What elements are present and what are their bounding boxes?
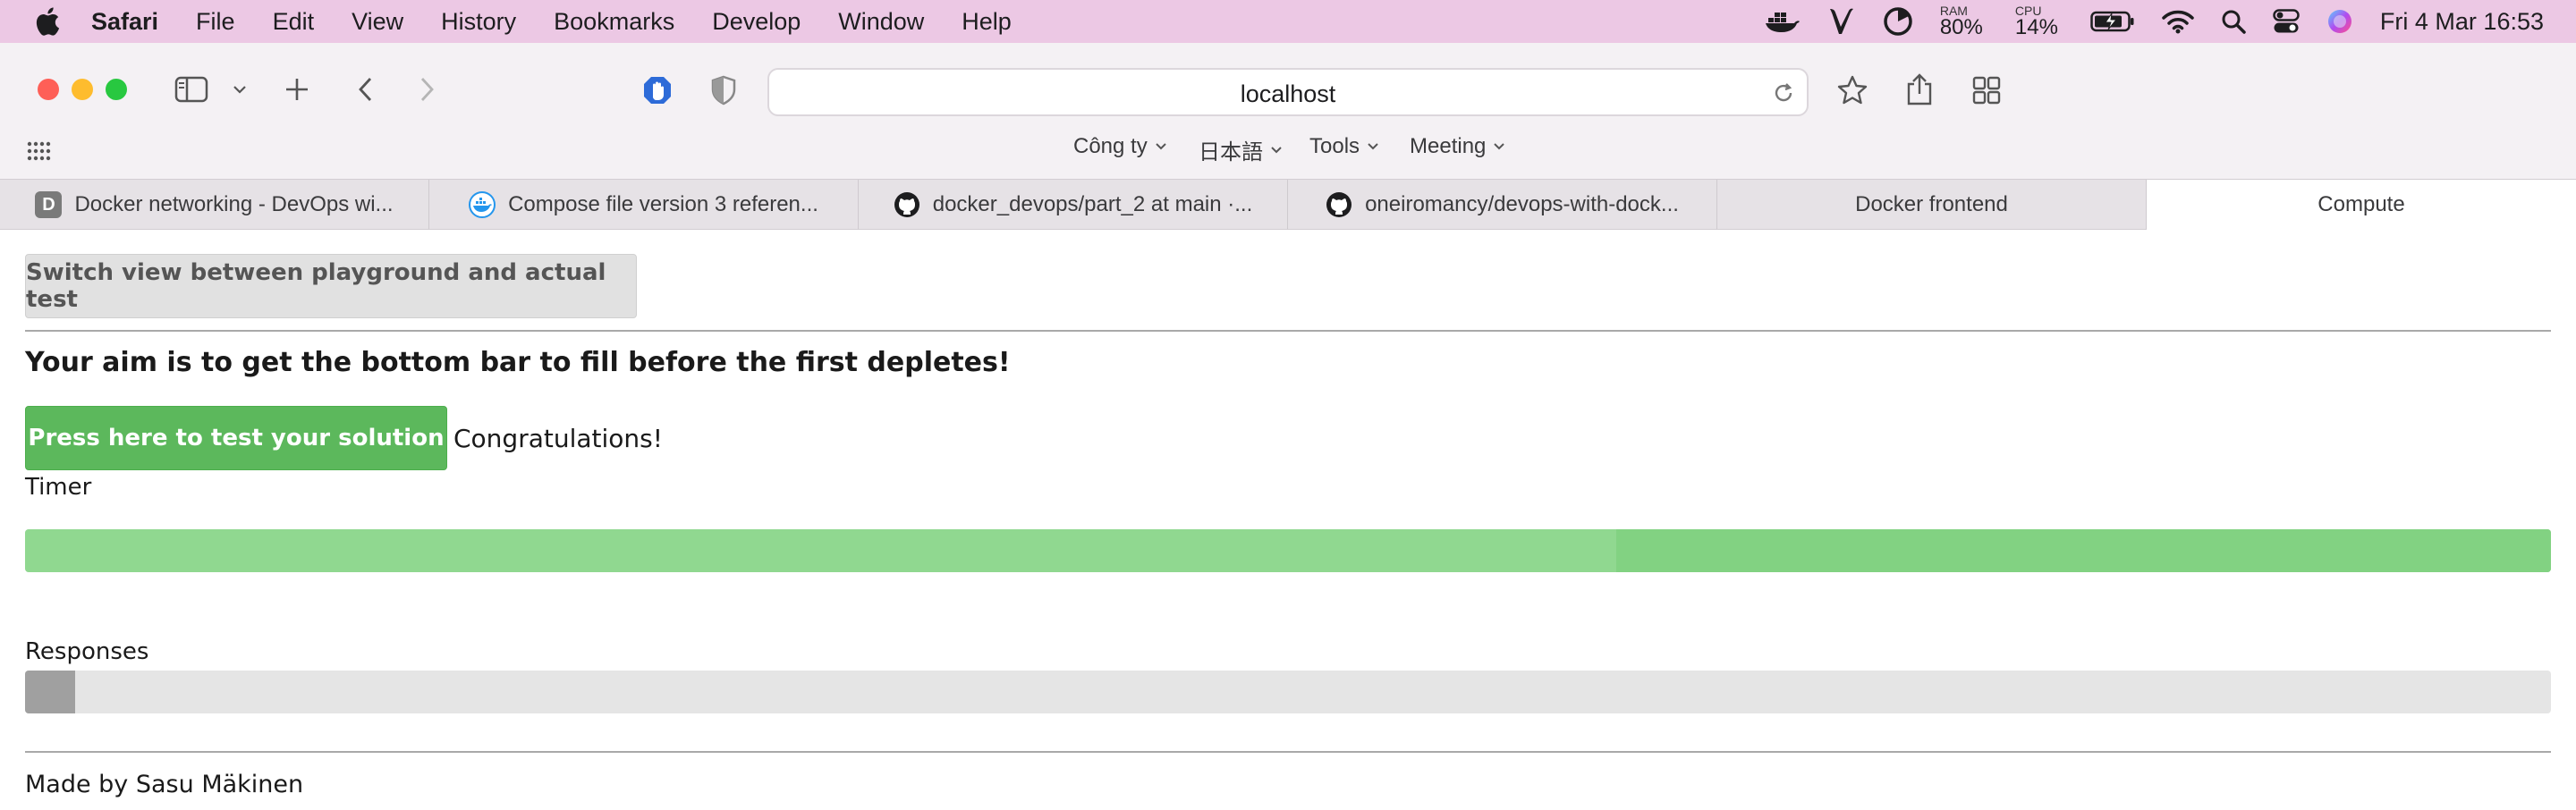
favorite-folder-tools[interactable]: Tools	[1309, 134, 1379, 159]
tab-title: Compose file version 3 referen...	[508, 192, 818, 216]
tab-docker-devops-part2[interactable]: docker_devops/part_2 at main ·...	[859, 180, 1288, 230]
zoom-window-button[interactable]	[106, 79, 127, 100]
ram-meter[interactable]: RAM 80%	[1940, 4, 1983, 38]
tab-docker-networking[interactable]: D Docker networking - DevOps wi...	[0, 180, 429, 230]
favorite-label: Công ty	[1073, 134, 1148, 158]
favorite-folder-japanese[interactable]: 日本語	[1199, 134, 1283, 165]
menu-bar: Safari File Edit View History Bookmarks …	[0, 0, 2576, 43]
clock[interactable]: Fri 4 Mar 16:53	[2380, 8, 2544, 36]
vivaldi-v-icon[interactable]	[1827, 0, 1856, 43]
close-window-button[interactable]	[38, 79, 59, 100]
tab-compute-active[interactable]: Compute	[2147, 180, 2576, 230]
timer-label: Timer	[25, 474, 92, 501]
result-message: Congratulations!	[453, 424, 663, 453]
privacy-shield-icon[interactable]	[708, 75, 739, 105]
menu-window[interactable]: Window	[838, 8, 924, 36]
tab-docker-frontend[interactable]: Docker frontend	[1717, 180, 2147, 230]
apple-icon[interactable]	[32, 6, 63, 37]
bookmark-star-icon[interactable]	[1835, 73, 1869, 107]
address-bar[interactable]: localhost	[767, 68, 1809, 116]
timer-progress-bar	[25, 529, 2551, 572]
github-icon	[1326, 191, 1352, 218]
menu-edit[interactable]: Edit	[273, 8, 315, 36]
menu-view[interactable]: View	[352, 8, 403, 36]
adblock-hand-icon[interactable]	[640, 73, 674, 107]
tab-oneiromancy-devops[interactable]: oneiromancy/devops-with-dock...	[1288, 180, 1717, 230]
spotlight-search-icon[interactable]	[2221, 0, 2246, 43]
letter-d-icon: D	[35, 191, 63, 218]
tab-title: Docker frontend	[1855, 192, 2008, 216]
docker-icon[interactable]	[1765, 0, 1801, 43]
responses-label: Responses	[25, 638, 149, 665]
chevron-down-icon[interactable]	[231, 80, 249, 98]
back-arrow-icon[interactable]	[354, 75, 376, 104]
footer-credit: Made by Sasu Mäkinen	[25, 771, 304, 798]
favorites-bar: Công ty 日本語 Tools Meeting	[0, 134, 2576, 170]
tab-overview-icon[interactable]	[1971, 75, 2002, 105]
tab-title: docker_devops/part_2 at main ·...	[932, 192, 1253, 216]
chevron-down-icon	[1271, 146, 1282, 153]
test-solution-button[interactable]: Press here to test your solution	[25, 406, 447, 470]
power-timer-icon[interactable]	[1883, 0, 1913, 43]
switch-view-button[interactable]: Switch view between playground and actua…	[25, 254, 637, 318]
forward-arrow-icon[interactable]	[417, 75, 438, 104]
menu-help[interactable]: Help	[962, 8, 1012, 36]
menu-develop[interactable]: Develop	[712, 8, 801, 36]
instructions-heading: Your aim is to get the bottom bar to fil…	[25, 347, 1011, 378]
docker-icon	[469, 191, 496, 218]
chevron-down-icon	[1156, 143, 1166, 150]
cpu-meter[interactable]: CPU 14%	[2015, 4, 2058, 38]
divider	[25, 330, 2551, 332]
new-tab-plus-icon[interactable]	[283, 75, 311, 104]
reload-icon[interactable]	[1771, 80, 1796, 105]
tab-title: Docker networking - DevOps wi...	[74, 192, 394, 216]
divider	[25, 751, 2551, 753]
timer-progress-highlight	[1616, 529, 2551, 572]
tab-compose-file-reference[interactable]: Compose file version 3 referen...	[429, 180, 859, 230]
menu-app-safari[interactable]: Safari	[91, 8, 158, 36]
responses-progress-bar	[25, 671, 2551, 713]
responses-progress-fill	[25, 671, 76, 713]
cpu-value: 14%	[2014, 15, 2058, 39]
favorite-label: Tools	[1309, 134, 1360, 158]
battery-icon[interactable]	[2090, 0, 2135, 43]
tab-bar: D Docker networking - DevOps wi... Compo…	[0, 179, 2576, 230]
web-page: Switch view between playground and actua…	[0, 231, 2576, 810]
tab-title: oneiromancy/devops-with-dock...	[1365, 192, 1679, 216]
siri-icon[interactable]	[2326, 0, 2353, 43]
minimize-window-button[interactable]	[72, 79, 93, 100]
favorite-folder-cong-ty[interactable]: Công ty	[1073, 134, 1167, 159]
chevron-down-icon	[1368, 143, 1378, 150]
sidebar-toggle-icon[interactable]	[174, 75, 209, 104]
menu-bookmarks[interactable]: Bookmarks	[554, 8, 674, 36]
address-url: localhost	[1240, 80, 1336, 107]
share-icon[interactable]	[1903, 72, 1936, 107]
control-center-icon[interactable]	[2273, 0, 2300, 43]
menu-history[interactable]: History	[441, 8, 516, 36]
ram-value: 80%	[1939, 15, 1983, 39]
favorite-folder-meeting[interactable]: Meeting	[1410, 134, 1505, 159]
menu-file[interactable]: File	[196, 8, 235, 36]
favorite-label: 日本語	[1199, 140, 1263, 165]
favorite-label: Meeting	[1410, 134, 1487, 158]
chevron-down-icon	[1494, 143, 1505, 150]
tab-title: Compute	[2318, 192, 2405, 216]
github-icon	[894, 191, 920, 218]
wifi-icon[interactable]	[2162, 0, 2194, 43]
